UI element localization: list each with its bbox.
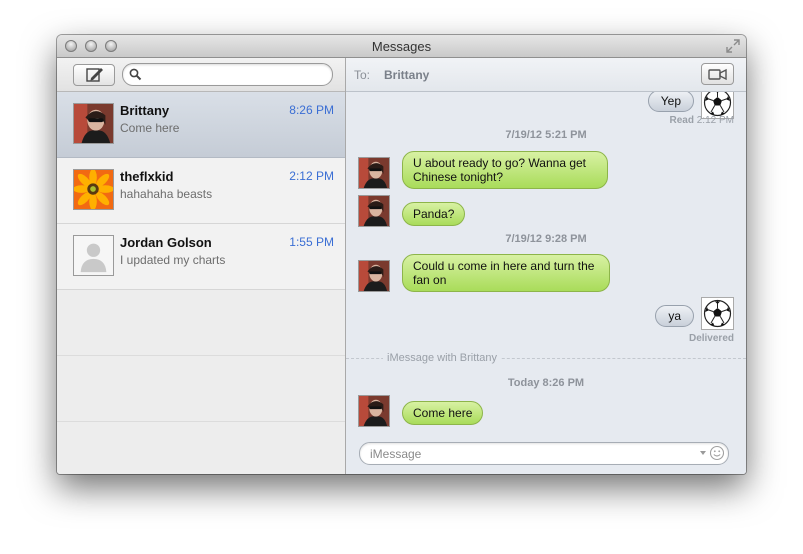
conversation-name: theflxkid (120, 169, 174, 184)
search-icon (129, 68, 142, 81)
timestamp: 7/19/12 9:28 PM (505, 233, 587, 245)
received-message-bubble: Come here (402, 401, 484, 425)
fullscreen-icon[interactable] (726, 39, 740, 53)
avatar (73, 169, 114, 210)
compose-button[interactable] (73, 64, 115, 86)
imessage-field[interactable] (359, 442, 729, 465)
composer-area (346, 438, 746, 474)
received-message-bubble: Could u come in here and turn the fan on (402, 254, 610, 292)
search-field[interactable] (122, 63, 333, 86)
message-text-line: U about ready to go? Wanna get (413, 156, 587, 170)
conversation-name: Jordan Golson (120, 235, 212, 250)
conversation-item-jordan-golson[interactable]: Jordan Golson 1:55 PM I updated my chart… (57, 224, 345, 290)
read-time: 2:12 PM (696, 115, 734, 126)
sender-avatar (358, 395, 390, 427)
recipient-name[interactable]: Brittany (384, 68, 429, 82)
received-message-bubble: Panda? (402, 202, 466, 226)
smiley-icon[interactable] (709, 445, 725, 461)
sender-avatar (358, 260, 390, 292)
conversation-sidebar: Brittany 8:26 PM Come here theflxkid 2:1… (57, 58, 346, 474)
sender-avatar (358, 157, 390, 189)
message-transcript[interactable]: Yep Read 2:12 PM 7/19/12 5:21 PM U about… (346, 92, 746, 438)
video-camera-icon (708, 68, 727, 81)
read-receipt: Read 2:12 PM (670, 115, 734, 126)
session-divider-label: iMessage with Brittany (383, 352, 502, 364)
sender-avatar (358, 195, 390, 227)
search-input[interactable] (145, 66, 329, 84)
empty-row (57, 356, 345, 422)
title-bar: Messages (57, 35, 746, 58)
sent-message-bubble: Yep (647, 92, 694, 112)
avatar (73, 103, 114, 144)
compose-icon (86, 68, 103, 82)
message-text-line: Chinese tonight? (413, 170, 504, 184)
conversation-preview: hahahaha beasts (120, 187, 213, 201)
empty-row (57, 290, 345, 356)
conversation-item-brittany[interactable]: Brittany 8:26 PM Come here (57, 92, 345, 158)
read-label: Read (669, 115, 694, 126)
conversation-time: 8:26 PM (289, 103, 334, 117)
conversation-preview: I updated my charts (120, 253, 226, 267)
conversation-preview: Come here (120, 121, 180, 135)
sidebar-toolbar (57, 58, 345, 92)
received-message-bubble: U about ready to go? Wanna get Chinese t… (402, 151, 608, 189)
avatar (73, 235, 114, 276)
sent-message-bubble: ya (655, 305, 694, 327)
imessage-input[interactable] (368, 445, 692, 463)
window-title: Messages (371, 39, 432, 54)
conversation-item-theflxkid[interactable]: theflxkid 2:12 PM hahahaha beasts (57, 158, 345, 224)
delivered-receipt: Delivered (688, 333, 734, 344)
timestamp: Today 8:26 PM (507, 377, 585, 389)
chevron-down-icon[interactable] (700, 450, 706, 456)
chat-pane: To: Brittany Yep Read 2:12 PM 7/19/12 5:… (346, 58, 746, 474)
soccer-ball-avatar (701, 297, 734, 330)
conversation-time: 2:12 PM (289, 169, 334, 183)
message-text-line: fan on (413, 273, 447, 287)
recipient-bar: To: Brittany (346, 58, 746, 92)
timestamp: 7/19/12 5:21 PM (505, 129, 587, 141)
message-text-line: Could u come in here and turn the (413, 259, 595, 273)
messages-window: Messages Brittany 8:26 PM Come here thef… (57, 35, 746, 474)
video-call-button[interactable] (701, 63, 734, 85)
to-label: To: (354, 68, 371, 82)
conversation-time: 1:55 PM (289, 235, 334, 249)
conversation-name: Brittany (120, 103, 170, 118)
